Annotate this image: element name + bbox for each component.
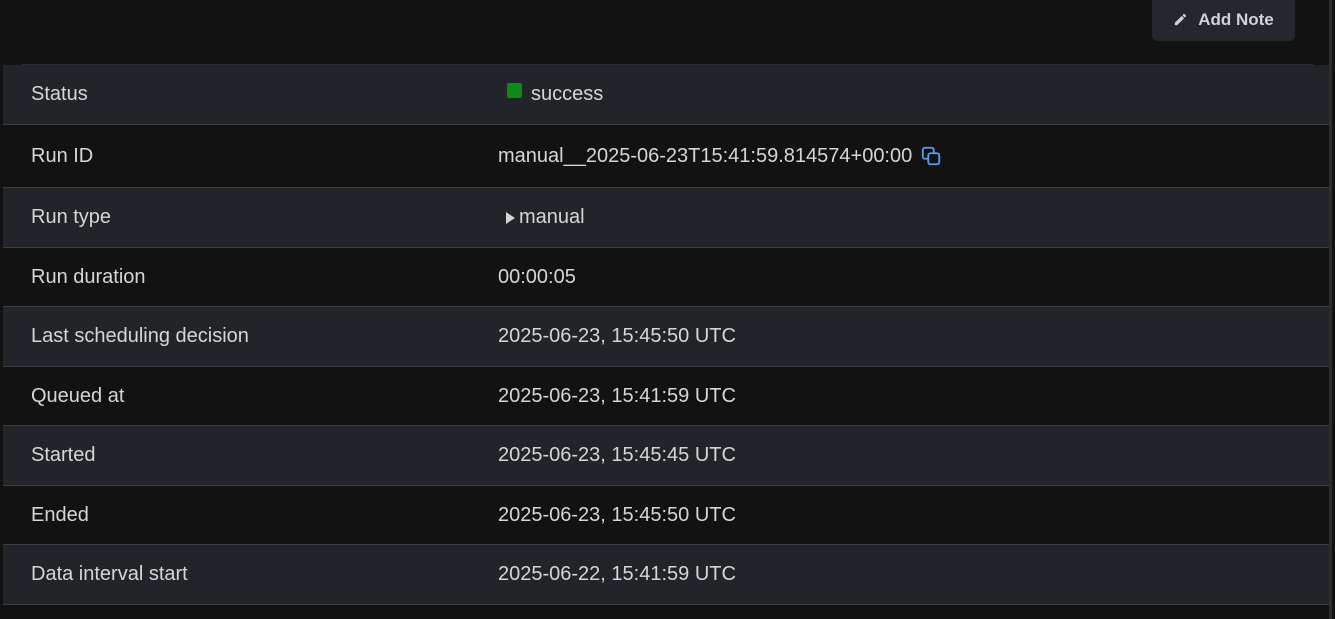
row-value: 2025-06-23, 15:45:50 UTC — [498, 325, 736, 347]
table-row-run-id: Run ID manual__2025-06-23T15:41:59.81457… — [3, 125, 1329, 188]
row-value: 2025-06-23, 15:45:50 UTC — [498, 503, 736, 526]
run-id-value: manual__2025-06-23T15:41:59.814574+00:00 — [498, 145, 942, 168]
table-row-run-type: Run type manual — [3, 188, 1329, 248]
row-value: 00:00:05 — [498, 265, 576, 288]
table-row-status: Status success — [3, 65, 1329, 125]
run-type-text: manual — [519, 206, 585, 228]
table-row-queued-at: Queued at 2025-06-23, 15:41:59 UTC — [3, 367, 1329, 426]
row-label: Queued at — [31, 384, 125, 407]
table-row-last-scheduling-decision: Last scheduling decision 2025-06-23, 15:… — [3, 307, 1329, 367]
row-value: 2025-06-22, 15:41:59 UTC — [498, 563, 736, 585]
add-note-button[interactable]: Add Note — [1152, 0, 1295, 41]
play-triangle-icon — [506, 211, 515, 224]
dag-run-details-page: Add Note Status success Run ID manual__2… — [0, 0, 1335, 619]
table-row-run-duration: Run duration 00:00:05 — [3, 248, 1329, 307]
row-label: Data interval start — [31, 563, 188, 585]
add-note-label: Add Note — [1198, 9, 1274, 29]
row-label: Started — [31, 444, 96, 466]
row-label: Run type — [31, 206, 112, 228]
row-label: Ended — [31, 503, 89, 526]
table-row-started: Started 2025-06-23, 15:45:45 UTC — [3, 426, 1329, 486]
copy-icon[interactable] — [920, 145, 942, 167]
row-value: 2025-06-23, 15:45:45 UTC — [498, 444, 736, 466]
run-id-text: manual__2025-06-23T15:41:59.814574+00:00 — [498, 144, 913, 167]
status-value: success — [498, 83, 603, 106]
table-row-data-interval-start: Data interval start 2025-06-22, 15:41:59… — [3, 545, 1329, 605]
row-label: Run ID — [31, 144, 94, 167]
status-square-icon — [507, 83, 522, 98]
row-label: Run duration — [31, 265, 146, 288]
run-type-value: manual — [498, 206, 585, 229]
table-row-ended: Ended 2025-06-23, 15:45:50 UTC — [3, 486, 1329, 545]
row-label: Last scheduling decision — [31, 325, 249, 347]
run-details-table: Status success Run ID manual__2025-06-23… — [3, 65, 1329, 605]
scrollbar-track[interactable] — [1329, 0, 1332, 619]
pencil-icon — [1173, 12, 1188, 27]
row-label: Status — [31, 83, 88, 105]
row-value: 2025-06-23, 15:41:59 UTC — [498, 384, 736, 407]
status-badge: success — [531, 83, 604, 105]
